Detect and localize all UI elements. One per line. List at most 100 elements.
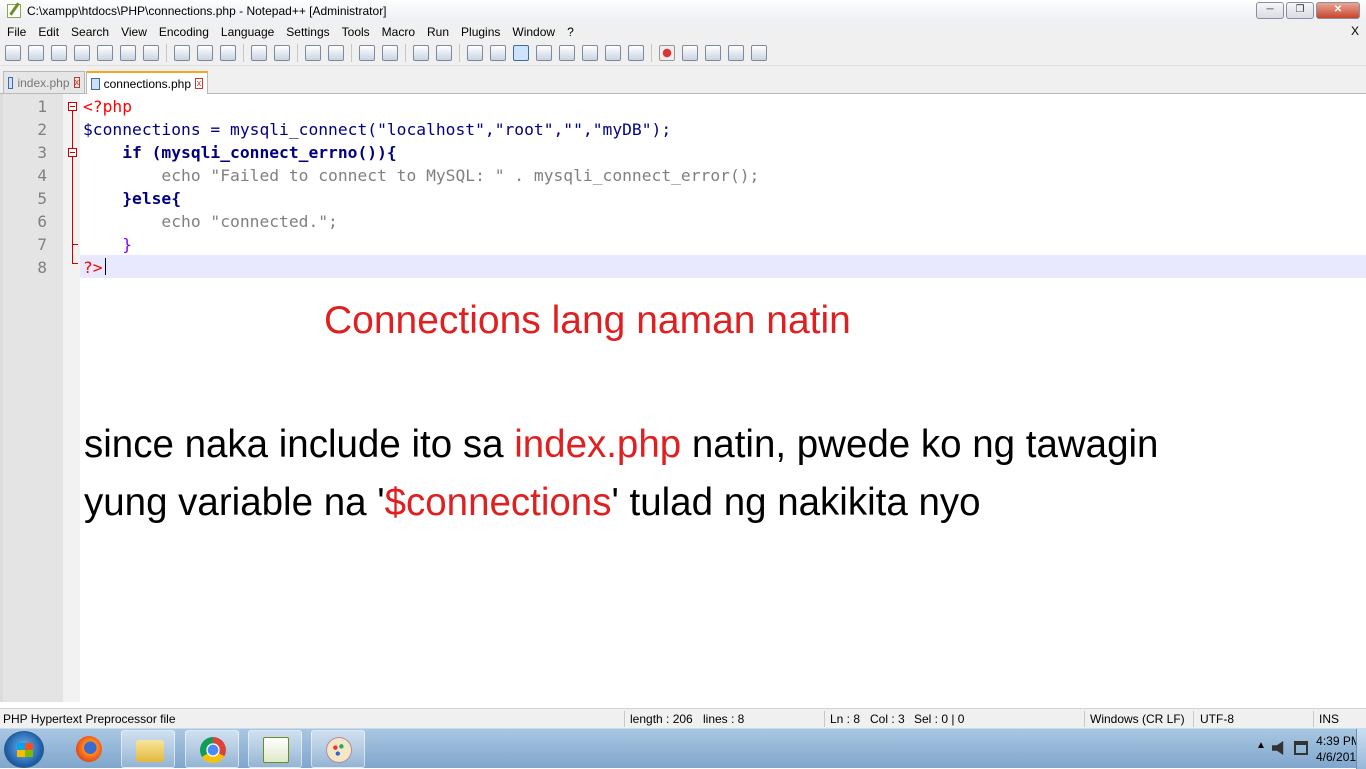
toolbar [0,41,1366,66]
function-list-icon[interactable] [582,45,598,61]
print-icon[interactable] [143,45,159,61]
status-lines: lines : 8 [703,712,745,726]
status-divider [824,711,825,727]
toolbar-separator [297,44,298,62]
annotation-highlight: $connections [384,481,612,524]
restore-button[interactable]: ❐ [1286,2,1314,19]
sync-vertical-icon[interactable] [413,45,429,61]
file-explorer-icon [136,740,164,762]
monitoring-icon[interactable] [628,45,644,61]
code-line-5-text: }else{ [83,189,182,208]
show-all-chars-icon[interactable] [490,45,506,61]
save-macro-icon[interactable] [751,45,767,61]
menu-search[interactable]: Search [65,25,115,39]
fold-toggle-icon[interactable] [68,102,77,111]
show-hidden-icons-icon[interactable]: ▲ [1256,740,1266,751]
run-macro-multiple-icon[interactable] [728,45,744,61]
save-all-icon[interactable] [74,45,90,61]
menu-plugins[interactable]: Plugins [455,25,506,39]
status-encoding: UTF-8 [1200,712,1234,726]
menu-view[interactable]: View [115,25,153,39]
annotation-highlight: index.php [514,423,682,466]
annotation-text: ' tulad ng nakikita nyo [611,481,981,524]
taskbar-paint[interactable] [311,730,365,768]
user-language-icon[interactable] [536,45,552,61]
tab-index-php[interactable]: index.php x [3,71,85,93]
close-button[interactable]: ✕ [1316,2,1360,19]
redo-icon[interactable] [274,45,290,61]
find-icon[interactable] [305,45,321,61]
toolbar-separator [243,44,244,62]
line-number: 6 [37,212,47,231]
close-file-icon[interactable] [97,45,113,61]
status-divider [624,711,625,727]
menu-help[interactable]: ? [561,25,580,39]
close-all-icon[interactable] [120,45,136,61]
line-number: 2 [37,120,47,139]
clock-time: 4:39 PM [1316,734,1361,748]
menu-window[interactable]: Window [506,25,561,39]
menu-edit[interactable]: Edit [32,25,65,39]
replace-icon[interactable] [328,45,344,61]
toolbar-separator [405,44,406,62]
line-number: 4 [37,166,47,185]
tab-close-icon[interactable]: x [195,78,203,89]
status-insert-mode: INS [1319,712,1340,726]
menu-run[interactable]: Run [421,25,455,39]
play-macro-icon[interactable] [705,45,721,61]
close-document-button[interactable]: X [1351,24,1359,38]
menu-encoding[interactable]: Encoding [153,25,215,39]
save-icon[interactable] [51,45,67,61]
start-button[interactable] [4,731,44,768]
menu-bar: File Edit Search View Encoding Language … [0,22,1366,41]
zoom-in-icon[interactable] [359,45,375,61]
notepadpp-app-icon [7,4,21,18]
status-col: Col : 3 [870,712,905,726]
stop-macro-icon[interactable] [682,45,698,61]
menu-macro[interactable]: Macro [376,25,421,39]
toolbar-separator [459,44,460,62]
taskbar-notepadpp[interactable] [248,730,302,768]
fold-toggle-icon[interactable] [68,148,77,157]
taskbar-chrome[interactable] [185,730,239,768]
line-number: 7 [37,235,47,254]
new-file-icon[interactable] [5,45,21,61]
menu-tools[interactable]: Tools [336,25,376,39]
annotation-heading: Connections lang naman natin [324,299,851,342]
volume-icon[interactable] [1272,741,1284,755]
fold-line [72,111,73,263]
code-editor[interactable]: 1 2 3 4 5 6 7 8 <?php $connections = mys… [0,94,1366,702]
indent-guide-icon[interactable] [513,45,529,61]
network-icon[interactable] [1294,741,1308,755]
document-map-icon[interactable] [559,45,575,61]
tab-connections-php[interactable]: connections.php x [86,71,208,94]
minimize-button[interactable]: ─ [1256,2,1284,19]
notepadpp-icon [263,737,289,763]
status-file-type: PHP Hypertext Preprocessor file [3,712,176,726]
menu-file[interactable]: File [0,25,32,39]
copy-icon[interactable] [197,45,213,61]
menu-language[interactable]: Language [215,25,280,39]
paste-icon[interactable] [220,45,236,61]
code-line-8: ?> [83,256,103,279]
folder-workspace-icon[interactable] [605,45,621,61]
record-macro-icon[interactable] [659,45,675,61]
sync-horizontal-icon[interactable] [436,45,452,61]
zoom-out-icon[interactable] [382,45,398,61]
word-wrap-icon[interactable] [467,45,483,61]
show-desktop-button[interactable] [1356,729,1366,769]
undo-icon[interactable] [251,45,267,61]
tab-close-icon[interactable]: x [73,77,80,88]
taskbar-firefox[interactable] [62,730,116,768]
cut-icon[interactable] [174,45,190,61]
status-eol: Windows (CR LF) [1090,712,1185,726]
clock[interactable]: 4:39 PM 4/6/2017 [1316,733,1363,765]
tab-bar: index.php x connections.php x [0,66,1366,94]
fold-end-mark [72,244,78,245]
menu-settings[interactable]: Settings [280,25,335,39]
line-number: 5 [37,189,47,208]
code-line-4: echo "Failed to connect to MySQL: " . my… [83,164,759,187]
taskbar-file-explorer[interactable] [121,730,175,768]
chrome-icon [200,737,226,763]
open-file-icon[interactable] [28,45,44,61]
